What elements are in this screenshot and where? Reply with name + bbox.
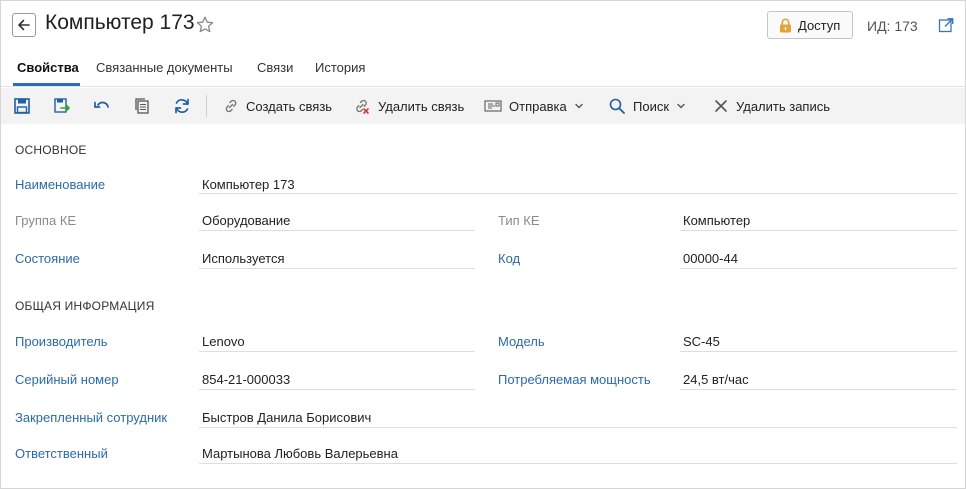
field-underline — [199, 193, 957, 194]
chevron-down-icon — [677, 103, 685, 109]
create-link-label: Создать связь — [246, 98, 333, 114]
arrow-left-icon — [18, 19, 30, 31]
tab-links[interactable]: Связи — [257, 60, 293, 75]
copy-icon[interactable] — [132, 96, 152, 116]
field-value-power[interactable]: 24,5 вт/час — [683, 372, 749, 387]
toolbar-separator — [206, 95, 207, 117]
search-icon — [609, 98, 625, 114]
section-general-title: ОБЩАЯ ИНФОРМАЦИЯ — [15, 299, 155, 313]
field-underline — [199, 427, 957, 428]
field-underline — [680, 230, 957, 231]
field-underline — [199, 463, 957, 464]
field-value-name[interactable]: Компьютер 173 — [202, 177, 295, 192]
section-main-title: ОСНОВНОЕ — [15, 143, 87, 157]
field-value-ke-group[interactable]: Оборудование — [202, 213, 290, 228]
save-and-close-icon[interactable] — [52, 96, 72, 116]
field-label-state[interactable]: Состояние — [15, 251, 80, 266]
field-value-responsible[interactable]: Мартынова Любовь Валерьевна — [202, 446, 398, 461]
field-value-serial[interactable]: 854-21-000033 — [202, 372, 290, 387]
field-label-code[interactable]: Код — [498, 251, 520, 266]
tab-history[interactable]: История — [315, 60, 365, 75]
send-dropdown[interactable]: Отправка — [484, 88, 584, 124]
field-label-name[interactable]: Наименование — [15, 177, 105, 192]
delete-link-label: Удалить связь — [378, 98, 465, 114]
delete-link-button[interactable]: Удалить связь — [353, 88, 464, 124]
field-label-serial[interactable]: Серийный номер — [15, 372, 119, 387]
search-dropdown[interactable]: Поиск — [608, 88, 686, 124]
back-button[interactable] — [12, 13, 36, 37]
record-window: Компьютер 173 Доступ ИД: 173 Свойства Св… — [0, 0, 966, 489]
undo-icon[interactable] — [92, 96, 112, 116]
search-label: Поиск — [633, 98, 670, 114]
field-underline — [680, 351, 957, 352]
field-value-assigned-employee[interactable]: Быстров Данила Борисович — [202, 410, 371, 425]
save-icon[interactable] — [12, 96, 32, 116]
record-header: Компьютер 173 Доступ ИД: 173 — [1, 1, 965, 51]
field-underline — [199, 268, 475, 269]
field-label-responsible[interactable]: Ответственный — [15, 446, 108, 461]
tab-related-documents[interactable]: Связанные документы — [96, 60, 233, 75]
tab-bar: Свойства Связанные документы Связи Истор… — [1, 53, 965, 87]
open-in-new-window-icon[interactable] — [938, 17, 954, 33]
delete-record-button[interactable]: Удалить запись — [713, 88, 830, 124]
field-value-model[interactable]: SC-45 — [683, 334, 720, 349]
page-title: Компьютер 173 — [45, 11, 195, 34]
star-icon[interactable] — [195, 15, 215, 35]
send-label: Отправка — [509, 98, 567, 114]
field-value-state[interactable]: Используется — [202, 251, 285, 266]
send-icon — [484, 100, 502, 112]
field-underline — [199, 230, 475, 231]
delete-record-label: Удалить запись — [736, 98, 831, 114]
tab-properties[interactable]: Свойства — [17, 60, 79, 75]
create-link-button[interactable]: Создать связь — [223, 88, 332, 124]
field-value-ke-type[interactable]: Компьютер — [683, 213, 750, 228]
toolbar: Создать связь Удалить связь Отправка Пои… — [1, 88, 965, 124]
lock-icon — [780, 18, 791, 32]
field-label-ke-group: Группа КЕ — [15, 213, 77, 228]
field-underline — [680, 389, 957, 390]
field-value-manufacturer[interactable]: Lenovo — [202, 334, 245, 349]
refresh-icon[interactable] — [172, 96, 192, 116]
close-icon — [715, 100, 727, 112]
access-button[interactable]: Доступ — [767, 11, 853, 39]
field-label-model[interactable]: Модель — [498, 334, 545, 349]
record-id: ИД: 173 — [867, 18, 918, 34]
access-button-label: Доступ — [798, 17, 841, 33]
field-underline — [199, 389, 475, 390]
field-label-assigned-employee[interactable]: Закрепленный сотрудник — [15, 410, 167, 425]
field-underline — [199, 351, 475, 352]
field-value-code[interactable]: 00000-44 — [683, 251, 738, 266]
link-icon — [225, 99, 237, 113]
field-label-manufacturer[interactable]: Производитель — [15, 334, 108, 349]
chevron-down-icon — [574, 103, 583, 109]
field-label-ke-type: Тип КЕ — [498, 213, 540, 228]
field-underline — [680, 268, 957, 269]
active-tab-indicator — [13, 83, 80, 86]
field-label-power[interactable]: Потребляемая мощность — [498, 372, 651, 387]
unlink-icon — [356, 99, 369, 114]
